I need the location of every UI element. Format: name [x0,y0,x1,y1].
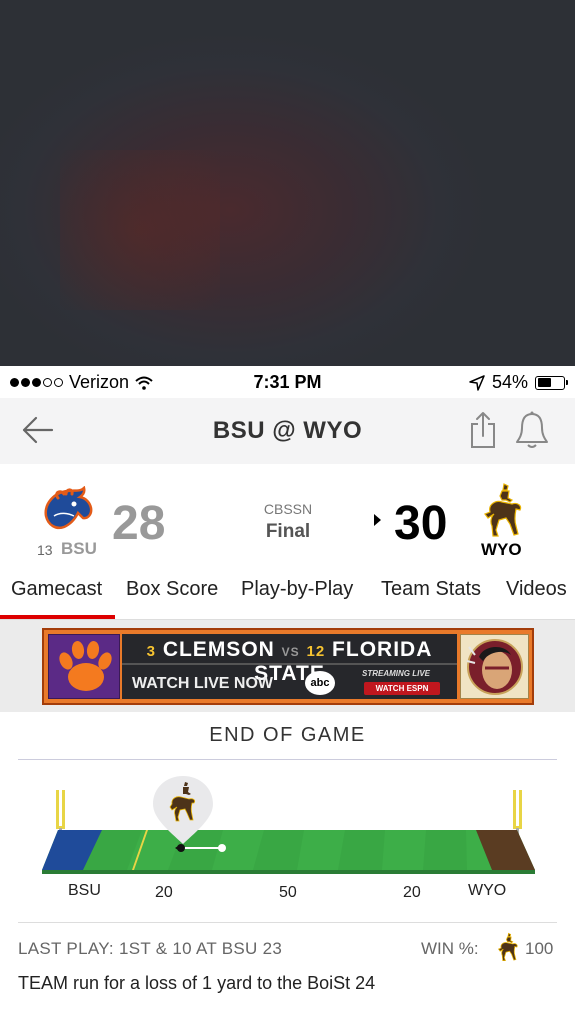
tab-team-stats[interactable]: Team Stats [381,578,481,601]
clemson-paw-logo [48,634,120,699]
wyo-bucking-horse-logo[interactable] [482,482,524,538]
nav-bar: BSU @ WYO [0,398,575,464]
tab-gamecast[interactable]: Gamecast [11,578,102,601]
divider [18,922,557,923]
status-right: 54% [469,372,568,393]
yard-label-20-right: 20 [403,884,421,901]
alerts-button[interactable] [514,410,550,450]
bsu-bronco-logo[interactable] [40,485,98,534]
battery-level [537,378,551,387]
ad-cta: WATCH LIVE NOW [132,675,274,692]
wyo-score: 30 [394,497,448,550]
yard-label-20-left: 20 [155,884,173,901]
share-icon [471,412,495,448]
left-endzone-label: BSU [68,882,101,899]
tab-play-by-play[interactable]: Play-by-Play [241,578,353,601]
share-button[interactable] [467,410,499,450]
bsu-rank: 13 [37,542,53,558]
win-probability-value: 100 [525,939,554,958]
ad-container: 3 CLEMSON VS 12 FLORIDA STATE WATCH LIVE… [0,620,575,712]
abc-logo: abc [305,671,335,695]
game-status: Final [265,521,311,542]
scoreboard: 13 BSU 28 CBSSN Final 30 WYO [0,464,575,560]
watch-espn-logo: WATCH ESPN [364,682,440,695]
video-player[interactable] [0,0,575,366]
ad-team-1: CLEMSON [162,638,275,661]
game-tabs: Gamecast Box Score Play-by-Play Team Sta… [0,560,575,620]
last-play-label: LAST PLAY: 1ST & 10 AT BSU 23 [18,939,283,958]
tab-box-score[interactable]: Box Score [126,578,218,601]
bsu-team-abbr[interactable]: BSU [61,539,97,559]
divider [18,759,557,760]
active-tab-indicator [0,615,115,619]
right-endzone-label: WYO [468,882,507,899]
battery-percent: 54% [491,372,528,392]
tab-videos[interactable]: Videos [506,578,567,601]
bell-icon [516,411,548,448]
bsu-score: 28 [112,497,166,550]
ad-streaming-label: STREAMING LIVE [362,669,431,678]
last-play-description: TEAM run for a loss of 1 yard to the Boi… [18,973,376,993]
ad-rank-1: 3 [146,643,156,660]
battery-icon [535,375,568,390]
win-probability-label: WIN %: [421,939,479,958]
ad-banner[interactable]: 3 CLEMSON VS 12 FLORIDA STATE WATCH LIVE… [42,628,534,705]
ad-matchup-title: 3 CLEMSON VS 12 FLORIDA STATE [122,634,457,685]
location-arrow-icon [469,374,485,391]
ad-vs: VS [281,645,300,659]
ad-rank-2: 12 [306,643,326,660]
ad-matchup: 3 CLEMSON VS 12 FLORIDA STATE WATCH LIVE… [122,634,457,699]
fsu-seminole-logo [460,634,529,699]
wyo-team-abbr[interactable]: WYO [481,540,522,560]
winner-arrow-icon [374,514,381,526]
yard-label-50: 50 [279,884,297,901]
broadcast-network: CBSSN [263,501,313,517]
status-bar: Verizon 7:31 PM 54% [0,366,575,398]
game-state-heading: END OF GAME [209,724,366,746]
wyo-win-logo-icon [497,932,519,962]
field-view: BSU 20 50 20 WYO [0,770,575,910]
